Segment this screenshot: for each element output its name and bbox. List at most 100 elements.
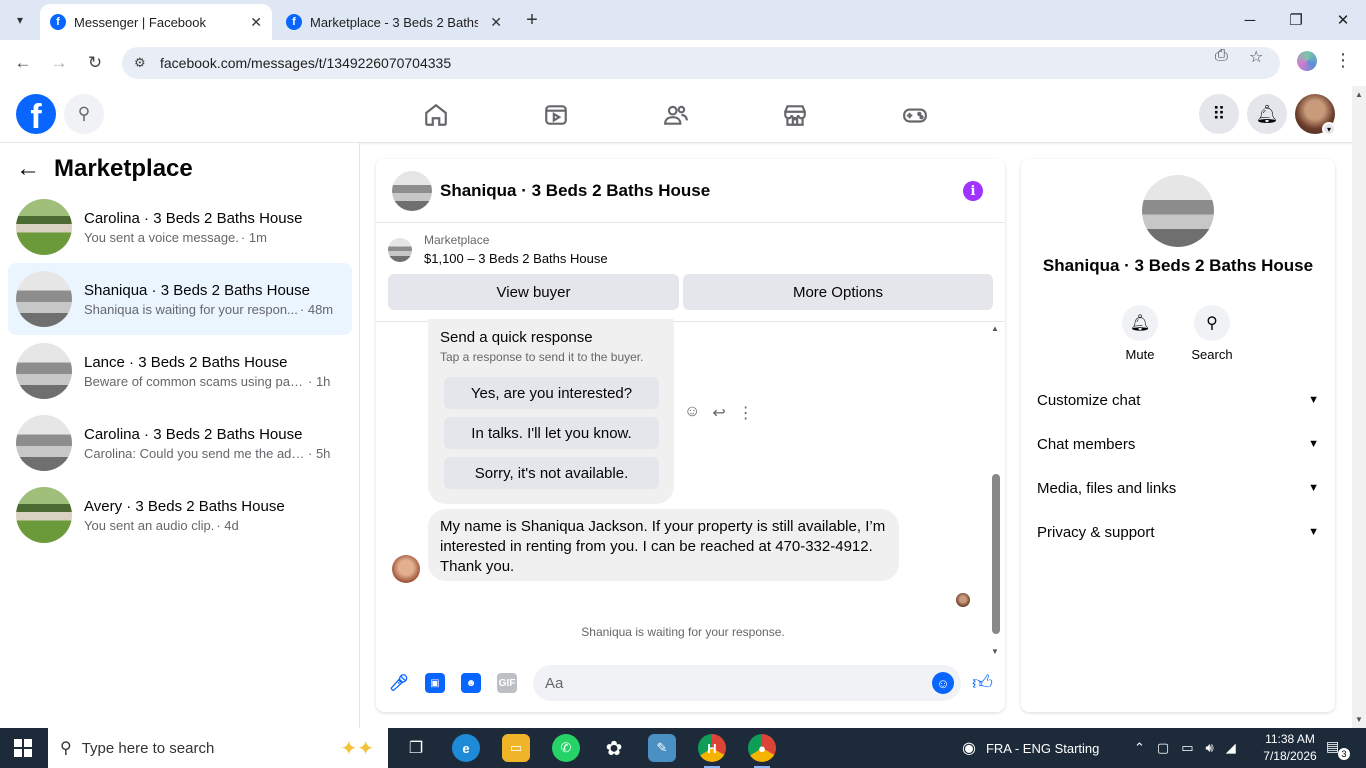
video-icon[interactable] <box>541 100 571 130</box>
notifications-bell-icon[interactable]: 🔔︎ <box>1247 94 1287 134</box>
edge-icon[interactable]: e <box>452 734 480 762</box>
chat-item-carolina[interactable]: Carolina · 3 Beds 2 Baths House You sent… <box>8 191 352 263</box>
forward-icon[interactable]: → <box>47 51 71 75</box>
search-icon: ⚲ <box>1194 305 1230 341</box>
reply-icon[interactable]: ↩ <box>712 403 725 423</box>
mute-button[interactable]: 🔔︎ Mute <box>1110 305 1170 362</box>
quick-response-card: Send a quick response Tap a response to … <box>428 319 674 504</box>
gif-icon[interactable]: GIF <box>497 673 517 693</box>
chat-info-panel: Shaniqua · 3 Beds 2 Baths House 🔔︎ Mute … <box>1021 159 1335 712</box>
new-tab-icon[interactable]: + <box>520 8 544 32</box>
wifi-icon[interactable]: ◢ <box>1226 740 1236 756</box>
close-window-icon[interactable]: ✕ <box>1331 8 1355 32</box>
search-in-chat-button[interactable]: ⚲ Search <box>1182 305 1242 362</box>
thumbs-up-icon[interactable]: 👍︎ <box>972 671 993 695</box>
address-bar[interactable]: ⚙ facebook.com/messages/t/13492260707043… <box>122 47 1280 79</box>
conversation-avatar[interactable] <box>392 170 432 211</box>
listing-thumbnail <box>16 271 72 327</box>
marketplace-listing-banner[interactable]: Marketplace $1,100 – 3 Beds 2 Baths Hous… <box>388 233 608 266</box>
react-emoji-icon[interactable]: ☺ <box>684 403 700 423</box>
menu-grid-icon[interactable]: ⠿ <box>1199 94 1239 134</box>
chrome-profile-h-icon[interactable]: H <box>698 734 726 768</box>
chat-item-shaniqua[interactable]: Shaniqua · 3 Beds 2 Baths House Shaniqua… <box>8 263 352 335</box>
chevron-up-icon[interactable]: ⌃ <box>1134 740 1145 756</box>
quick-reply-not-available-button[interactable]: Sorry, it's not available. <box>444 457 659 489</box>
language-status[interactable]: ◉ FRA - ENG Starting <box>962 728 1099 768</box>
photo-icon[interactable]: ▣ <box>425 673 445 693</box>
chat-info-avatar[interactable] <box>1142 175 1214 247</box>
notepad-icon[interactable]: ✎ <box>648 734 676 762</box>
media-files-links-section[interactable]: Media, files and links ▼ <box>1037 476 1319 500</box>
quick-reply-in-talks-button[interactable]: In talks. I'll let you know. <box>444 417 659 449</box>
more-options-button[interactable]: More Options <box>683 274 993 310</box>
taskbar-clock[interactable]: 11:38 AM 7/18/2026 <box>1254 731 1326 765</box>
meet-now-icon[interactable]: ▢ <box>1157 740 1169 756</box>
tab-close-icon[interactable]: ✕ <box>490 14 502 31</box>
whatsapp-icon[interactable]: ✆ <box>552 734 580 762</box>
message-composer: 🎤︎ ▣ ☻ GIF ☺ 👍︎ <box>376 663 1005 703</box>
notification-center-icon[interactable]: ▤ 3 <box>1326 738 1350 760</box>
back-icon[interactable]: ← <box>11 51 35 75</box>
conversation-scrollbar[interactable]: ▲ ▼ <box>989 322 1001 656</box>
view-buyer-button[interactable]: View buyer <box>388 274 679 310</box>
home-icon[interactable] <box>421 100 451 130</box>
taskbar-search-box[interactable]: ⚲ Type here to search ✦✦ <box>48 728 388 768</box>
sparkle-icon: ✦✦ <box>340 737 374 760</box>
emoji-icon[interactable]: ☺ <box>932 672 954 694</box>
tab-marketplace[interactable]: f Marketplace - 3 Beds 2 Baths House ✕ <box>276 4 512 40</box>
chat-item-lance[interactable]: Lance · 3 Beds 2 Baths House Beware of c… <box>8 335 352 407</box>
chrome-icon[interactable]: ● <box>748 734 776 768</box>
facebook-header: f ⚲ ⠿ 🔔︎ ▾ <box>0 86 1352 143</box>
search-icon[interactable]: ⚲ <box>64 94 104 134</box>
tab-search-icon[interactable]: ▾ <box>8 8 32 32</box>
marketplace-icon[interactable] <box>780 100 810 130</box>
file-explorer-icon[interactable]: ▭ <box>502 734 530 762</box>
listing-thumbnail <box>16 199 72 255</box>
tab-close-icon[interactable]: ✕ <box>250 14 262 31</box>
notification-count-badge: 3 <box>1338 748 1350 760</box>
more-actions-icon[interactable]: ⋮ <box>738 403 754 423</box>
browser-profile-icon[interactable] <box>1297 51 1317 71</box>
microphone-icon[interactable]: 🎤︎ <box>389 673 409 693</box>
back-arrow-icon[interactable]: ← <box>16 155 40 183</box>
conversation-title[interactable]: Shaniqua · 3 Beds 2 Baths House <box>440 181 710 201</box>
page-scrollbar[interactable]: ▲ ▼ <box>1352 86 1366 728</box>
quick-reply-interested-button[interactable]: Yes, are you interested? <box>444 377 659 409</box>
volume-icon[interactable]: 🔊︎ <box>1206 740 1214 756</box>
install-app-icon[interactable]: ⎙ <box>1215 47 1228 65</box>
customize-chat-section[interactable]: Customize chat ▼ <box>1037 388 1319 412</box>
chat-members-section[interactable]: Chat members ▼ <box>1037 432 1319 456</box>
sticker-icon[interactable]: ☻ <box>461 673 481 693</box>
waiting-status: Shaniqua is waiting for your response. <box>581 625 785 639</box>
battery-icon[interactable]: ▭ <box>1181 740 1193 756</box>
chat-item-carolina-2[interactable]: Carolina · 3 Beds 2 Baths House Carolina… <box>8 407 352 479</box>
gaming-icon[interactable] <box>900 100 930 130</box>
message-actions: ☺ ↩ ⋮ <box>684 403 754 423</box>
reload-icon[interactable]: ↻ <box>83 51 107 75</box>
message-input[interactable] <box>533 665 961 701</box>
site-info-icon[interactable]: ⚙ <box>134 55 152 71</box>
account-chevron-down-icon[interactable]: ▾ <box>1322 122 1336 136</box>
restore-icon[interactable]: ❐ <box>1284 8 1308 32</box>
listing-thumbnail <box>16 487 72 543</box>
privacy-support-section[interactable]: Privacy & support ▼ <box>1037 520 1319 544</box>
browser-menu-icon[interactable]: ⋮ <box>1334 50 1352 71</box>
chatgpt-icon[interactable]: ✿ <box>600 734 628 762</box>
task-view-icon[interactable]: ❐ <box>402 734 430 762</box>
bookmark-star-icon[interactable]: ☆ <box>1249 47 1263 67</box>
tab-messenger[interactable]: f Messenger | Facebook ✕ <box>40 4 272 40</box>
chat-item-avery[interactable]: Avery · 3 Beds 2 Baths House You sent an… <box>8 479 352 551</box>
chevron-down-icon: ▼ <box>1308 438 1319 450</box>
browser-tab-strip: ▾ f Messenger | Facebook ✕ f Marketplace… <box>0 0 1366 40</box>
browser-toolbar: ← → ↻ ⚙ facebook.com/messages/t/13492260… <box>0 40 1366 86</box>
chat-info-name: Shaniqua · 3 Beds 2 Baths House <box>1042 256 1314 275</box>
minimize-icon[interactable]: ─ <box>1238 8 1262 32</box>
chevron-down-icon: ▼ <box>1308 526 1319 538</box>
listing-thumbnail <box>388 237 412 262</box>
friends-icon[interactable] <box>661 100 691 130</box>
sender-avatar[interactable] <box>392 555 420 583</box>
message-bubble[interactable]: My name is Shaniqua Jackson. If your pro… <box>428 509 899 581</box>
windows-start-icon[interactable] <box>14 739 32 757</box>
info-icon[interactable]: i <box>963 181 983 201</box>
facebook-logo-icon[interactable]: f <box>16 94 56 134</box>
